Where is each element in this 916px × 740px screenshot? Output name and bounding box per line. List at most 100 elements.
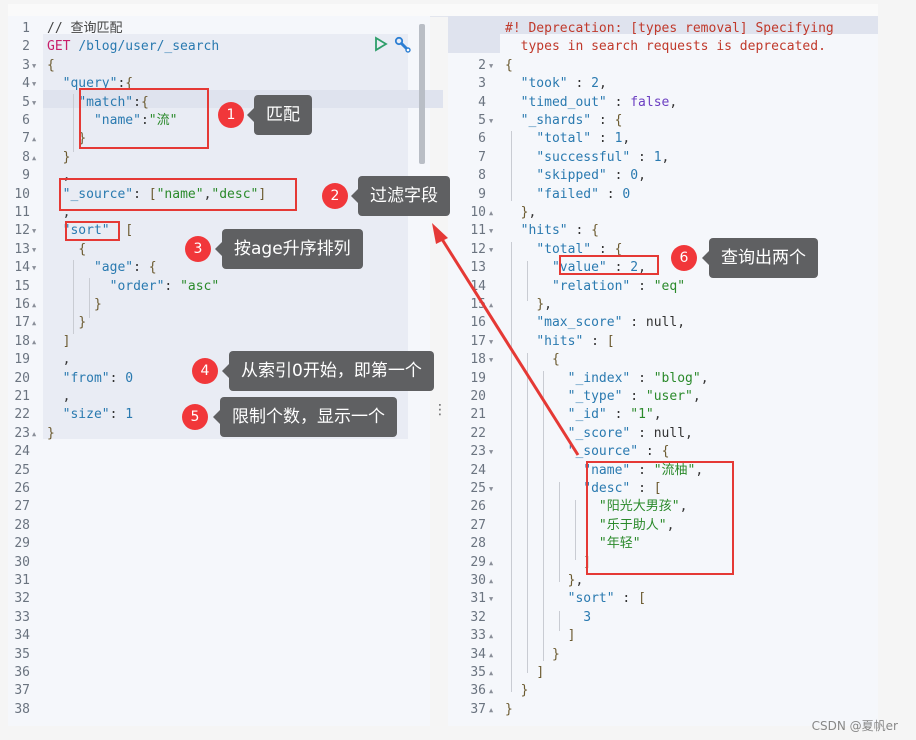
run-request-icon[interactable] (374, 36, 388, 52)
code-line: "skipped" : 0, (536, 168, 646, 184)
line-number: 21 (470, 407, 486, 423)
fold-expand-icon[interactable]: ▲ (489, 651, 493, 659)
request-gutter: 1 2 3 ▼ 4 ▼ 5 ▼ 6 7 ▲ 8 ▲ 9 10 11 12 ▼ 13 ▼ 14 ▼ 15 16 ▲ 17 ▲ 18 ▲ 19… (8, 16, 42, 726)
code-line: , (47, 389, 71, 404)
fold-collapse-icon[interactable]: ▼ (489, 227, 493, 235)
line-number: 29 (470, 554, 486, 570)
code-line: "_shards" : { (520, 113, 623, 128)
code-line: } (62, 149, 71, 165)
fold-expand-icon[interactable]: ▲ (489, 687, 493, 695)
fold-expand-icon[interactable]: ▲ (32, 135, 36, 143)
indent-guide (543, 371, 544, 661)
indent-guide (73, 94, 74, 152)
indent-guide (511, 242, 512, 692)
line-number: 8 (22, 149, 30, 165)
line-number: 5 (478, 113, 486, 128)
request-scrollbar[interactable] (419, 24, 425, 164)
code-line: { (78, 241, 87, 257)
wrench-settings-icon[interactable] (394, 36, 412, 54)
code-line: } (551, 646, 560, 662)
fold-collapse-icon[interactable]: ▼ (489, 448, 493, 456)
line-number: 37 (14, 683, 30, 699)
code-line: { (551, 352, 560, 368)
line-number: 28 (470, 536, 486, 552)
code-line: { (505, 57, 513, 73)
line-number: 22 (14, 407, 30, 423)
fold-expand-icon[interactable]: ▲ (489, 706, 493, 714)
line-number: 25 (470, 481, 486, 496)
more-actions-icon[interactable]: ⋮ (433, 402, 447, 418)
indent-guide (527, 261, 528, 301)
line-number: 3 (478, 76, 486, 92)
line-number: 12 (470, 241, 486, 257)
fold-collapse-icon[interactable]: ▼ (32, 227, 36, 235)
fold-collapse-icon[interactable]: ▼ (32, 80, 36, 88)
line-number: 15 (470, 297, 486, 312)
code-line: { (47, 57, 55, 73)
code-line: } (505, 701, 513, 717)
annotation-badge-5: 5 (182, 404, 208, 430)
indent-guide (73, 260, 74, 334)
fold-collapse-icon[interactable]: ▼ (32, 62, 36, 70)
fold-collapse-icon[interactable]: ▼ (489, 62, 493, 70)
response-viewer: 12▼345▼678910▲11▼12▼131415▲1617▼18▼19202… (448, 16, 878, 726)
code-line: , (47, 352, 71, 368)
line-number: 13 (470, 260, 486, 276)
line-number: 38 (14, 701, 30, 717)
line-number: 4 (478, 94, 486, 110)
fold-collapse-icon[interactable]: ▼ (32, 264, 36, 272)
line-number: 2 (22, 39, 30, 55)
fold-expand-icon[interactable]: ▲ (32, 338, 36, 346)
fold-collapse-icon[interactable]: ▼ (32, 99, 36, 107)
fold-expand-icon[interactable]: ▲ (32, 154, 36, 162)
line-number: 6 (478, 131, 486, 147)
fold-expand-icon[interactable]: ▲ (32, 301, 36, 309)
fold-collapse-icon[interactable]: ▼ (489, 117, 493, 125)
line-number: 18 (470, 352, 486, 368)
line-number: 12 (14, 223, 30, 239)
code-line: "failed" : 0 (536, 186, 631, 202)
line-number: 23 (470, 444, 486, 460)
fold-expand-icon[interactable]: ▲ (489, 669, 493, 677)
annotation-tooltip-4: 从索引0开始，即第一个 (222, 351, 434, 391)
annotation-tooltip-1: 匹配 (247, 95, 312, 135)
line-number: 33 (14, 609, 30, 625)
line-number: 20 (470, 389, 486, 404)
code-line: "hits" : { (520, 223, 599, 239)
code-line: "_source" : { (567, 444, 670, 460)
fold-expand-icon[interactable]: ▲ (32, 430, 36, 438)
line-number: 14 (470, 278, 486, 294)
fold-expand-icon[interactable]: ▲ (489, 559, 493, 567)
source-result-highlight-box (586, 461, 734, 575)
line-number: 16 (14, 297, 30, 312)
fold-collapse-icon[interactable]: ▼ (489, 338, 493, 346)
code-line: "_score" : null, (567, 425, 693, 441)
fold-collapse-icon[interactable]: ▼ (32, 246, 36, 254)
fold-expand-icon[interactable]: ▲ (489, 301, 493, 309)
fold-expand-icon[interactable]: ▲ (489, 577, 493, 585)
fold-expand-icon[interactable]: ▲ (32, 319, 36, 327)
indent-guide (575, 500, 576, 560)
fold-expand-icon[interactable]: ▲ (489, 632, 493, 640)
line-number: 17 (470, 333, 486, 349)
line-number: 28 (14, 517, 30, 533)
fold-collapse-icon[interactable]: ▼ (489, 595, 493, 603)
line-number: 4 (22, 76, 30, 92)
code-line: "relation" : "eq" (551, 278, 686, 294)
code-line: "hits" : [ (536, 333, 615, 349)
source-highlight-box (59, 178, 297, 211)
line-number: 32 (470, 609, 486, 625)
code-line: "timed_out" : false, (520, 94, 678, 110)
line-number: 35 (470, 665, 486, 680)
line-number: 31 (470, 591, 486, 607)
code-line: "took" : 2, (520, 76, 607, 92)
line-number: 29 (14, 536, 30, 552)
fold-collapse-icon[interactable]: ▼ (489, 356, 493, 364)
line-number: 25 (14, 462, 30, 478)
annotation-badge-4: 4 (192, 358, 218, 384)
line-number: 10 (470, 205, 486, 220)
fold-expand-icon[interactable]: ▲ (489, 209, 493, 217)
fold-collapse-icon[interactable]: ▼ (489, 246, 493, 254)
line-number: 20 (14, 370, 30, 386)
fold-collapse-icon[interactable]: ▼ (489, 485, 493, 493)
